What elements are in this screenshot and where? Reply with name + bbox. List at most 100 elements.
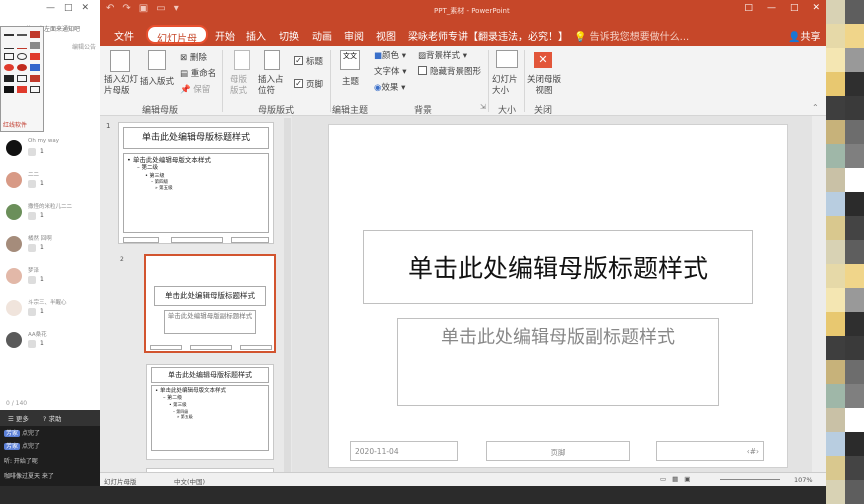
eraser-icon[interactable] <box>30 31 40 38</box>
more-button[interactable]: ☰ 更多 <box>8 413 29 423</box>
text-icon[interactable] <box>30 64 40 71</box>
rectangle-icon[interactable] <box>4 53 14 60</box>
customize-icon[interactable]: ▾ <box>174 3 179 14</box>
tab-slide-master[interactable]: 幻灯片母版 <box>146 25 208 60</box>
message-text: 点完了 <box>22 430 41 437</box>
insert-layout-button[interactable]: 插入版式 <box>140 75 174 87</box>
help-button[interactable]: ? 求助 <box>43 413 62 423</box>
date-placeholder[interactable]: 2020-11-04 <box>350 441 458 461</box>
zoom-slider[interactable] <box>720 479 780 480</box>
strip-block <box>826 480 845 504</box>
chat-list-item[interactable]: 二二 1 <box>4 170 98 200</box>
footer-checkbox[interactable]: ✓ <box>294 79 303 88</box>
chat-user-name: AA桑花 <box>28 332 47 338</box>
ribbon-display-button[interactable]: □ <box>744 3 753 13</box>
zoom-level[interactable]: 107% <box>794 476 813 484</box>
title-placeholder[interactable]: 单击此处编辑母版标题样式 <box>363 230 753 304</box>
ellipse-icon[interactable] <box>17 53 27 60</box>
strip-block <box>826 264 845 288</box>
tab-custom[interactable]: 梁咏老师专讲【翻录违法，必究！】 <box>408 28 568 43</box>
tab-insert[interactable]: 插入 <box>246 28 266 43</box>
tab-animations[interactable]: 动画 <box>312 28 332 43</box>
fill-ellipse-icon[interactable] <box>4 64 14 71</box>
message-tag: 芳家 <box>4 443 21 450</box>
pointer-icon[interactable] <box>30 42 40 49</box>
maximize-button[interactable]: □ <box>790 3 799 13</box>
title-checkbox[interactable]: ✓ <box>294 56 303 65</box>
chat-list-item[interactable]: Oh my way 1 <box>4 138 98 168</box>
redo-icon[interactable]: ↷ <box>122 3 130 14</box>
effects-label: 效果 <box>381 83 399 93</box>
fill-circle-icon[interactable] <box>17 64 27 71</box>
insert-slide-master-icon[interactable] <box>110 50 130 72</box>
background-dialog-launcher[interactable]: ⇲ <box>480 103 486 111</box>
close-master-view-button[interactable]: 关闭母版视图 <box>526 75 562 97</box>
chat-list-item[interactable]: 橘然 回啊 1 <box>4 234 98 264</box>
color-swatch-black[interactable] <box>4 86 14 93</box>
undo-icon[interactable]: ↶ <box>106 3 114 14</box>
slide-size-button[interactable]: 幻灯片大小 <box>492 75 522 97</box>
chat-list-item[interactable]: AA桑花 1 <box>4 330 98 360</box>
slideshow-icon[interactable]: ▭ <box>156 3 165 14</box>
subtitle-placeholder[interactable]: 单击此处编辑母版副标题样式 <box>397 318 719 406</box>
fonts-button[interactable]: 文字体 ▾ <box>374 65 407 77</box>
strip-block <box>826 408 845 432</box>
layout-thumbnail-selected[interactable]: 单击此处编辑母版标题样式 单击此处编辑母版副标题样式 <box>144 254 276 353</box>
save-icon[interactable]: ▣ <box>139 3 148 14</box>
pen-icon[interactable] <box>4 34 14 36</box>
minimize-button[interactable]: — <box>767 3 776 13</box>
tab-view[interactable]: 视图 <box>376 28 396 43</box>
clear-icon[interactable] <box>30 75 40 82</box>
view-buttons[interactable]: ▭▦▣ <box>660 475 696 483</box>
tab-transitions[interactable]: 切换 <box>279 28 299 43</box>
strip-block <box>845 216 864 240</box>
delete-button[interactable]: ⊠ 删除 <box>180 51 207 63</box>
tab-home[interactable]: 开始 <box>215 28 235 43</box>
fill-rect-icon[interactable] <box>30 53 40 60</box>
chat-maximize-button[interactable]: □ <box>64 3 73 13</box>
highlighter-icon[interactable] <box>17 34 27 36</box>
close-master-view-icon[interactable]: ✕ <box>534 52 552 68</box>
share-button[interactable]: 👤共享 <box>788 28 820 43</box>
thumbnail-scrollbar[interactable] <box>284 118 291 472</box>
chat-list-item[interactable]: 撒怪的米粒儿二二 1 <box>4 202 98 232</box>
line-icon[interactable] <box>4 42 14 49</box>
preserve-button[interactable]: 📌 保留 <box>180 83 210 95</box>
theme-icon[interactable]: 文文 <box>340 50 360 70</box>
close-button[interactable]: ✕ <box>812 3 820 13</box>
dropdown-icon[interactable] <box>30 86 40 93</box>
rename-button[interactable]: ▤ 重命名 <box>180 67 216 79</box>
color-swatch-red[interactable] <box>17 86 27 93</box>
master-layout-icon[interactable] <box>234 50 250 70</box>
chat-list-item[interactable]: 梦泽 1 <box>4 266 98 296</box>
arrow-icon[interactable] <box>17 42 27 49</box>
background-styles-button[interactable]: ▨背景样式 ▾ <box>418 49 467 61</box>
insert-placeholder-button[interactable]: 插入占位符 <box>258 75 288 97</box>
edit-notice-link[interactable]: 编辑公告 <box>72 42 96 51</box>
screen-icon[interactable] <box>17 75 27 82</box>
insert-placeholder-icon[interactable] <box>264 50 280 70</box>
insert-slide-master-button[interactable]: 插入幻灯片母版 <box>104 75 140 97</box>
theme-button[interactable]: 主题 <box>342 75 359 87</box>
chat-close-button[interactable]: ✕ <box>82 3 90 13</box>
slide-size-icon[interactable] <box>496 50 518 68</box>
strip-block <box>826 288 845 312</box>
chat-list-item[interactable]: 斗宗三、半醒心 1 <box>4 298 98 328</box>
colors-label: 颜色 <box>382 51 400 61</box>
tab-review[interactable]: 审阅 <box>344 28 364 43</box>
insert-layout-icon[interactable] <box>148 50 166 70</box>
master-thumbnail[interactable]: 单击此处编辑母版标题样式 • 单击此处编辑母版文本样式 – 第二级 • 第三级 … <box>118 122 274 244</box>
save-icon[interactable] <box>4 75 14 82</box>
collapse-ribbon-icon[interactable]: ⌃ <box>812 103 819 112</box>
tab-file[interactable]: 文件 <box>114 28 134 43</box>
footer-placeholder[interactable]: 页脚 <box>486 441 630 461</box>
slide-number-placeholder[interactable]: ‹#› <box>656 441 764 461</box>
tell-me-search[interactable]: 💡 告诉我您想要做什么... <box>574 28 689 43</box>
chat-minimize-button[interactable]: — <box>46 3 55 13</box>
effects-button[interactable]: ◉效果 ▾ <box>374 81 405 93</box>
hide-bg-graphics-checkbox[interactable] <box>418 66 427 75</box>
layout-thumbnail[interactable]: 单击此处编辑母版标题样式 • 单击此处编辑母版文本样式 – 第二级 • 第三级 … <box>146 364 274 460</box>
vertical-scrollbar[interactable] <box>812 116 826 472</box>
colors-button[interactable]: ■颜色 ▾ <box>374 49 406 61</box>
master-layout-button[interactable]: 母版版式 <box>230 75 254 97</box>
